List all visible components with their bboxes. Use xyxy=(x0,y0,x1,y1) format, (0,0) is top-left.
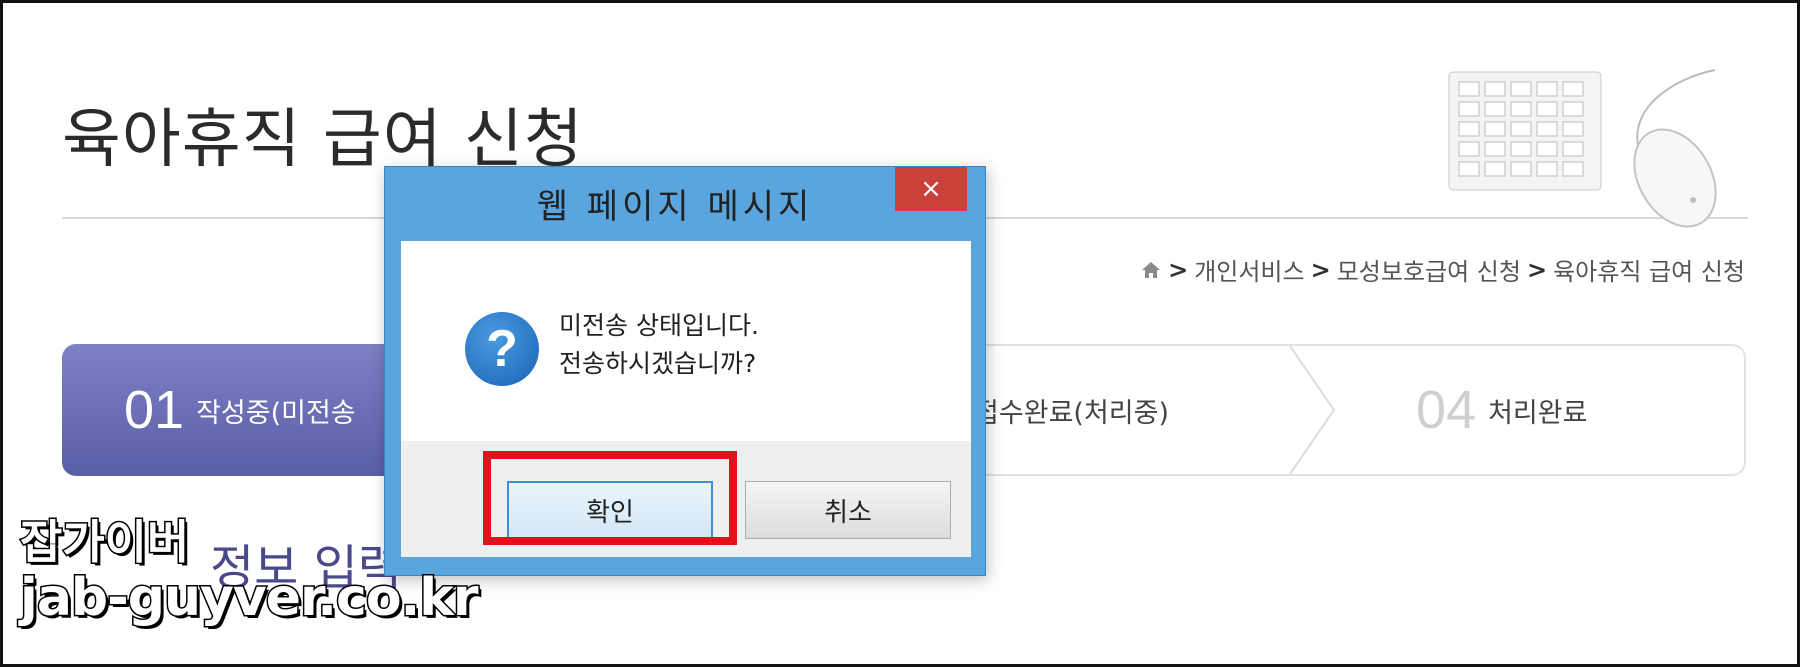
dialog-message-line-2: 전송하시겠습니까? xyxy=(559,349,757,378)
step-number: 04 xyxy=(1416,380,1477,440)
ok-button-highlight xyxy=(483,451,737,545)
step-label: 처리완료 xyxy=(1488,397,1588,429)
watermark-brand: 잡가이버 xyxy=(19,515,191,570)
breadcrumb: > 개인서비스 > 모성보호급여 신청 > 육아휴직 급여 신청 xyxy=(1140,252,1745,287)
breadcrumb-item-parental-leave[interactable]: 육아휴직 급여 신청 xyxy=(1553,252,1745,287)
site-watermark: 잡가이버 jab-guyver.co.kr xyxy=(19,515,481,630)
step-number: 01 xyxy=(124,380,185,440)
dialog-message: 미전송 상태입니다. 전송하시겠습니까? xyxy=(559,307,759,383)
dialog-body: ? 미전송 상태입니다. 전송하시겠습니까? xyxy=(401,241,971,441)
breadcrumb-separator: > xyxy=(1310,255,1331,284)
close-icon: × xyxy=(920,174,942,204)
home-icon[interactable] xyxy=(1140,260,1162,280)
dialog-message-line-1: 미전송 상태입니다. xyxy=(559,311,759,340)
step-1-active: 01 작성중(미전송 xyxy=(62,344,422,476)
question-icon: ? xyxy=(465,312,539,386)
breadcrumb-item-personal-service[interactable]: 개인서비스 xyxy=(1194,252,1304,287)
step-label: 작성중(미전송 xyxy=(196,397,356,429)
cancel-button[interactable]: 취소 xyxy=(745,481,951,539)
watermark-url: jab-guyver.co.kr xyxy=(19,567,481,630)
breadcrumb-item-maternity-benefit[interactable]: 모성보호급여 신청 xyxy=(1337,252,1521,287)
keypad-mouse-illustration xyxy=(1448,69,1717,228)
dialog-title: 웹 페이지 메시지 xyxy=(536,187,814,227)
close-button[interactable]: × xyxy=(895,167,967,211)
step-label: 접수완료(처리중) xyxy=(974,397,1169,429)
step-chevron-icon xyxy=(1289,346,1336,474)
breadcrumb-separator: > xyxy=(1526,255,1548,284)
breadcrumb-separator: > xyxy=(1168,255,1189,284)
step-4: 04 처리완료 xyxy=(1416,346,1587,474)
